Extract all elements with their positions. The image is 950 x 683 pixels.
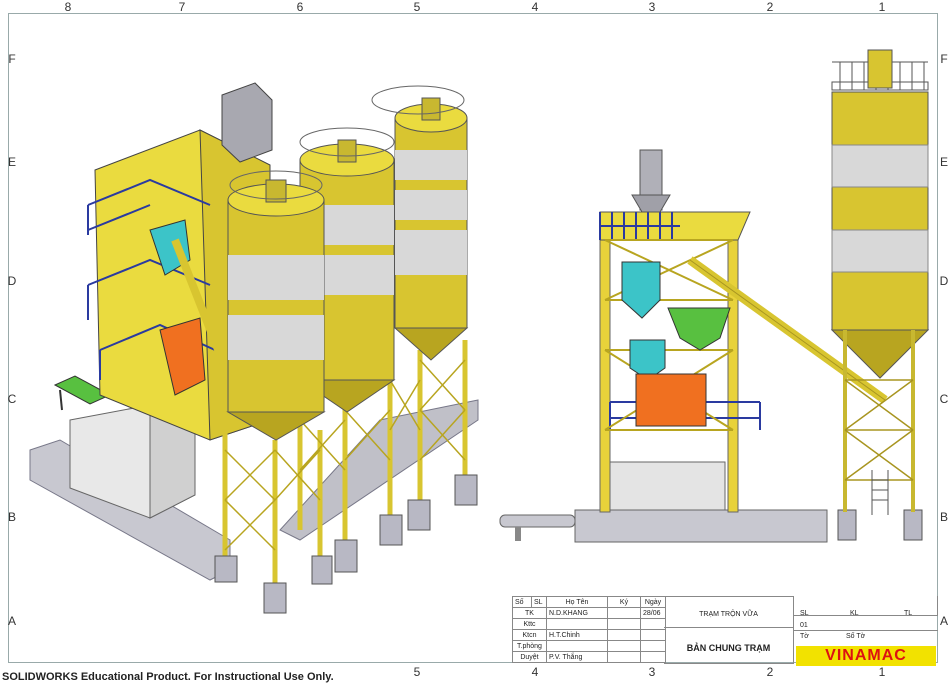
iso-view <box>29 82 479 614</box>
front-tower-leg-right <box>727 211 739 513</box>
front-storage-bin <box>609 461 726 511</box>
tb-to-label: Tờ <box>800 633 809 640</box>
logo-part-1: VINA <box>825 647 868 664</box>
tb-role: T.phòng <box>512 640 547 652</box>
front-base <box>574 509 828 543</box>
tb-title-area: TRẠM TRỘN VỮA BẢN CHUNG TRẠM <box>664 596 794 664</box>
title-block-signatures: Số SL Họ Tên Ký Ngày TK N.D.KHANG 28/06 … <box>512 596 666 663</box>
vinamac-logo: VINA MAC <box>796 646 936 666</box>
tb-name <box>546 618 608 630</box>
tb-project-name: TRẠM TRỘN VỮA <box>699 611 758 618</box>
tb-so-to-label: Số Tờ <box>846 633 866 640</box>
front-green-weigh-hopper <box>667 307 731 351</box>
tb-date <box>640 640 666 652</box>
front-outlet-conveyor <box>499 514 576 528</box>
tb-role: Kttc <box>512 618 547 630</box>
tb-kl-label: KL <box>850 610 859 617</box>
tb-name: P.V. Thắng <box>546 651 608 663</box>
front-silo <box>830 49 930 515</box>
tb-date <box>640 651 666 663</box>
iso-base-slab-rear <box>279 399 479 541</box>
tb-name: H.T.Chinh <box>546 629 608 641</box>
front-view <box>499 49 930 543</box>
educational-watermark: SOLIDWORKS Educational Product. For Inst… <box>2 671 334 683</box>
tb-header-so: Số <box>512 596 532 608</box>
tb-header-ky: Ký <box>607 596 641 608</box>
logo-part-2: MAC <box>867 647 907 664</box>
tb-name: N.D.KHANG <box>546 607 608 619</box>
tb-tl-label: TL <box>904 610 913 617</box>
tb-header-ho-ten: Họ Tên <box>546 596 608 608</box>
tb-role: Ktcn <box>512 629 547 641</box>
tb-role: TK <box>512 607 547 619</box>
iso-silo-1 <box>226 170 326 441</box>
tb-drawing-title: BẢN CHUNG TRẠM <box>686 643 771 653</box>
plant-drawing <box>29 49 930 614</box>
tb-date: 28/06 <box>640 607 666 619</box>
tb-date <box>640 618 666 630</box>
front-cyan-hopper-1 <box>621 261 661 319</box>
tb-date <box>640 629 666 641</box>
front-tower-leg-left <box>599 211 611 513</box>
tb-header-sl: SL <box>531 596 547 608</box>
iso-bucket-elevator <box>221 82 273 163</box>
tb-name <box>546 640 608 652</box>
tb-sl-value: 01 <box>800 622 808 629</box>
tb-role: Duyệt <box>512 651 547 663</box>
front-orange-mixer <box>635 373 707 427</box>
tb-header-ngay: Ngày <box>640 596 666 608</box>
tb-sl-label: SL <box>800 610 809 617</box>
drawing-sheet: 8 7 6 5 4 3 2 1 5 4 3 2 1 F E D C B A F … <box>0 0 950 683</box>
